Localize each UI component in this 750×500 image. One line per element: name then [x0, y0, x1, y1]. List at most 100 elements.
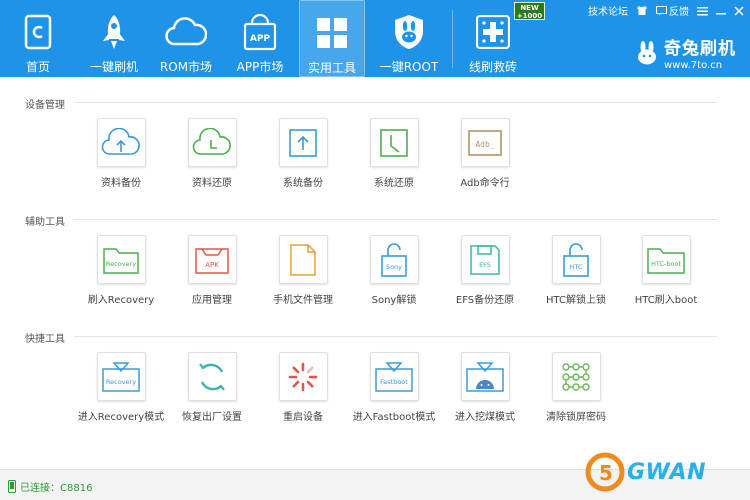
- nav-one-click-root[interactable]: 一键ROOT: [374, 0, 444, 77]
- connection-status: 已连接：C8816: [8, 479, 92, 494]
- rocket-icon: [92, 10, 136, 54]
- apk-box-icon: APK: [187, 235, 237, 284]
- watermark-text: GWAN: [627, 459, 706, 485]
- tool-label: 恢复出厂设置: [182, 412, 242, 423]
- tool-label: 资料备份: [101, 178, 141, 189]
- brand-name: 奇兔刷机: [664, 39, 736, 59]
- factory-reset-icon: [187, 352, 237, 401]
- nav-home-label: 首页: [25, 60, 50, 74]
- htc-icon-text: HTC: [569, 263, 582, 271]
- feedback-link[interactable]: 反馈: [656, 3, 689, 18]
- top-toolbar: 首页 一键刷机 ROM市场 APP APP市场 实用工具 一键ROOT 线刷救砖…: [0, 0, 750, 77]
- nav-app-market[interactable]: APP APP市场: [228, 0, 292, 77]
- grid-icon: [310, 11, 354, 55]
- nav-separator: [452, 10, 453, 68]
- tool-label: 应用管理: [192, 295, 232, 306]
- tool-label: 系统备份: [283, 178, 323, 189]
- watermark-emblem-icon: 5: [585, 452, 625, 492]
- forum-link[interactable]: 技术论坛: [588, 3, 628, 18]
- new-badge-line2: +1000: [516, 12, 543, 20]
- reboot-spinner-icon: [278, 352, 328, 401]
- tool-label: 进入挖煤模式: [455, 412, 515, 423]
- tool-htc-flash-boot[interactable]: HTC-boot HTC刷入boot: [611, 235, 721, 306]
- window-top-links: 技术论坛 反馈: [588, 3, 744, 18]
- close-icon[interactable]: [734, 5, 744, 16]
- cloud-icon: [164, 10, 208, 54]
- fastboot-mode-icon: Fastboot: [369, 352, 419, 401]
- pattern-lock-icon: [551, 352, 601, 401]
- tool-adb-command[interactable]: Adb_ Adb命令行: [430, 118, 540, 189]
- tool-label: Sony解锁: [371, 295, 417, 306]
- sony-lock-icon: Sony: [369, 235, 419, 284]
- section-divider: [74, 219, 717, 220]
- home-icon: [16, 10, 60, 54]
- htc-boot-icon-text: HTC-boot: [651, 260, 681, 268]
- tool-label: 资料还原: [192, 178, 232, 189]
- nav-home[interactable]: 首页: [12, 0, 64, 77]
- nav-practical-tools[interactable]: 实用工具: [299, 0, 365, 77]
- adb-terminal-icon: Adb_: [460, 118, 510, 167]
- nav-one-click-root-label: 一键ROOT: [379, 60, 439, 74]
- nav-one-click-flash-label: 一键刷机: [89, 60, 138, 74]
- section-title-device-management: 设备管理: [25, 100, 65, 111]
- tool-label: EFS备份还原: [455, 295, 515, 306]
- nav-line-flash-rescue-label: 线刷救砖: [468, 60, 517, 74]
- htc-boot-folder-icon: HTC-boot: [641, 235, 691, 284]
- fastboot-icon-text: Fastboot: [380, 378, 408, 386]
- tool-label: 刷入Recovery: [87, 295, 155, 306]
- connection-status-text: 已连接：C8816: [20, 483, 93, 494]
- nav-practical-tools-label: 实用工具: [307, 61, 356, 75]
- watermark-logo: 5 GWAN: [585, 452, 706, 492]
- tool-label: HTC刷入boot: [634, 295, 698, 306]
- shield-rabbit-icon: [387, 10, 431, 54]
- new-badge: NEW +1000: [514, 2, 545, 20]
- efs-disk-icon: EFS: [460, 235, 510, 284]
- cloud-upload-icon: [96, 118, 146, 167]
- minimize-icon[interactable]: [716, 6, 726, 16]
- sony-icon-text: Sony: [386, 263, 402, 271]
- feedback-icon: [656, 5, 667, 15]
- nav-app-market-label: APP市场: [236, 60, 284, 74]
- upload-box-icon: [278, 118, 328, 167]
- new-badge-line1: NEW: [520, 4, 539, 12]
- tool-label: 清除锁屏密码: [546, 412, 606, 423]
- adb-icon-text: Adb_: [475, 140, 494, 149]
- tool-label: Adb命令行: [460, 178, 510, 189]
- plus-dots-icon: [471, 10, 515, 54]
- tool-label: HTC解锁上锁: [545, 295, 607, 306]
- android-download-icon: [460, 352, 510, 401]
- section-divider: [74, 102, 717, 103]
- svg-text:APP: APP: [250, 34, 271, 44]
- tool-label: 手机文件管理: [273, 295, 333, 306]
- rabbit-logo-icon: [638, 40, 656, 64]
- brand-logo: 奇兔刷机 www.7to.cn: [636, 34, 736, 71]
- recovery-folder-icon: Recovery: [96, 235, 146, 284]
- nav-one-click-flash[interactable]: 一键刷机: [80, 0, 148, 77]
- nav-rom-market-label: ROM市场: [159, 60, 213, 74]
- skin-icon[interactable]: [636, 5, 648, 16]
- efs-icon-text: EFS: [479, 261, 491, 269]
- tool-label: 进入Fastboot模式: [352, 412, 436, 423]
- nav-rom-market[interactable]: ROM市场: [154, 0, 218, 77]
- section-title-auxiliary-tools: 辅助工具: [25, 217, 65, 228]
- phone-connected-icon: [8, 480, 16, 493]
- app-bag-icon: APP: [238, 10, 282, 54]
- brand-url: www.7to.cn: [664, 60, 723, 71]
- cloud-clock-icon: [187, 118, 237, 167]
- section-divider: [74, 336, 717, 337]
- recovery-icon-text: Recovery: [106, 260, 136, 268]
- recovery-mode-icon: Recovery: [96, 352, 146, 401]
- feedback-label: 反馈: [669, 7, 689, 18]
- clock-box-icon: [369, 118, 419, 167]
- file-icon: [278, 235, 328, 284]
- tool-clear-lock-password[interactable]: 清除锁屏密码: [521, 352, 631, 423]
- recovery-mode-icon-text: Recovery: [106, 378, 136, 386]
- tool-label: 系统还原: [374, 178, 414, 189]
- menu-icon[interactable]: [697, 6, 708, 16]
- watermark-prefix: 5: [599, 461, 613, 485]
- tool-label: 进入Recovery模式: [77, 412, 165, 423]
- htc-lock-icon: HTC: [551, 235, 601, 284]
- tool-label: 重启设备: [283, 412, 323, 423]
- section-title-quick-tools: 快捷工具: [25, 334, 65, 345]
- apk-icon-text: APK: [205, 261, 219, 269]
